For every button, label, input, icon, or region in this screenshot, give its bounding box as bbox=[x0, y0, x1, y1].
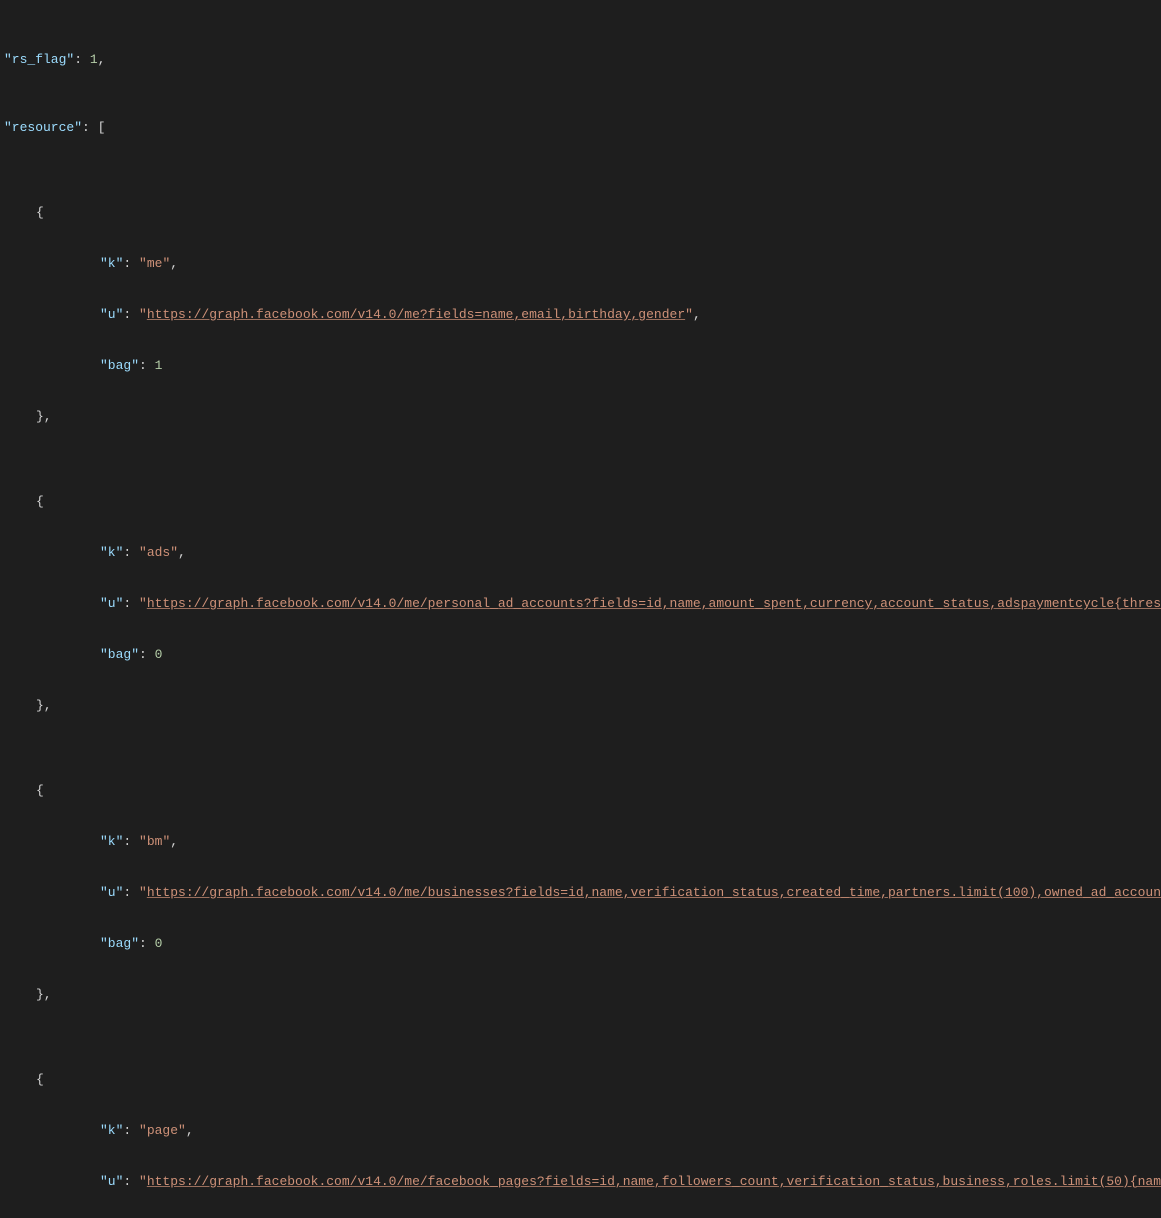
prop-bag: "bag": 0 bbox=[100, 646, 1140, 663]
prop-u: "u": "https://graph.facebook.com/v14.0/m… bbox=[100, 1173, 1140, 1190]
obj-close: }, bbox=[36, 697, 1161, 714]
val-k: "me" bbox=[139, 256, 170, 271]
prop-bag: "bag": 1 bbox=[100, 357, 1140, 374]
val-rs-flag: 1 bbox=[90, 52, 98, 67]
url-link[interactable]: https://graph.facebook.com/v14.0/me/face… bbox=[147, 1174, 1161, 1189]
obj-open: { bbox=[36, 782, 1161, 799]
prop-u: "u": "https://graph.facebook.com/v14.0/m… bbox=[100, 595, 1140, 612]
obj-open: { bbox=[36, 493, 1161, 510]
prop-resource: "resource": [ bbox=[4, 119, 1161, 136]
prop-k: "k": "me", bbox=[100, 255, 1140, 272]
prop-k: "k": "page", bbox=[100, 1122, 1140, 1139]
obj-close: }, bbox=[36, 986, 1161, 1003]
prop-k: "k": "ads", bbox=[100, 544, 1140, 561]
url-link[interactable]: https://graph.facebook.com/v14.0/me/busi… bbox=[147, 885, 1161, 900]
key-rs-flag: "rs_flag" bbox=[4, 52, 74, 67]
json-code-block: "rs_flag": 1, "resource": [ { "k": "me",… bbox=[0, 0, 1161, 1218]
prop-u: "u": "https://graph.facebook.com/v14.0/m… bbox=[100, 306, 1140, 323]
prop-rs-flag: "rs_flag": 1, bbox=[4, 51, 1161, 68]
obj-close: }, bbox=[36, 408, 1161, 425]
url-link[interactable]: https://graph.facebook.com/v14.0/me?fiel… bbox=[147, 307, 685, 322]
obj-open: { bbox=[36, 204, 1161, 221]
prop-bag: "bag": 0 bbox=[100, 935, 1140, 952]
prop-u: "u": "https://graph.facebook.com/v14.0/m… bbox=[100, 884, 1140, 901]
obj-open: { bbox=[36, 1071, 1161, 1088]
key-resource: "resource" bbox=[4, 120, 82, 135]
prop-k: "k": "bm", bbox=[100, 833, 1140, 850]
